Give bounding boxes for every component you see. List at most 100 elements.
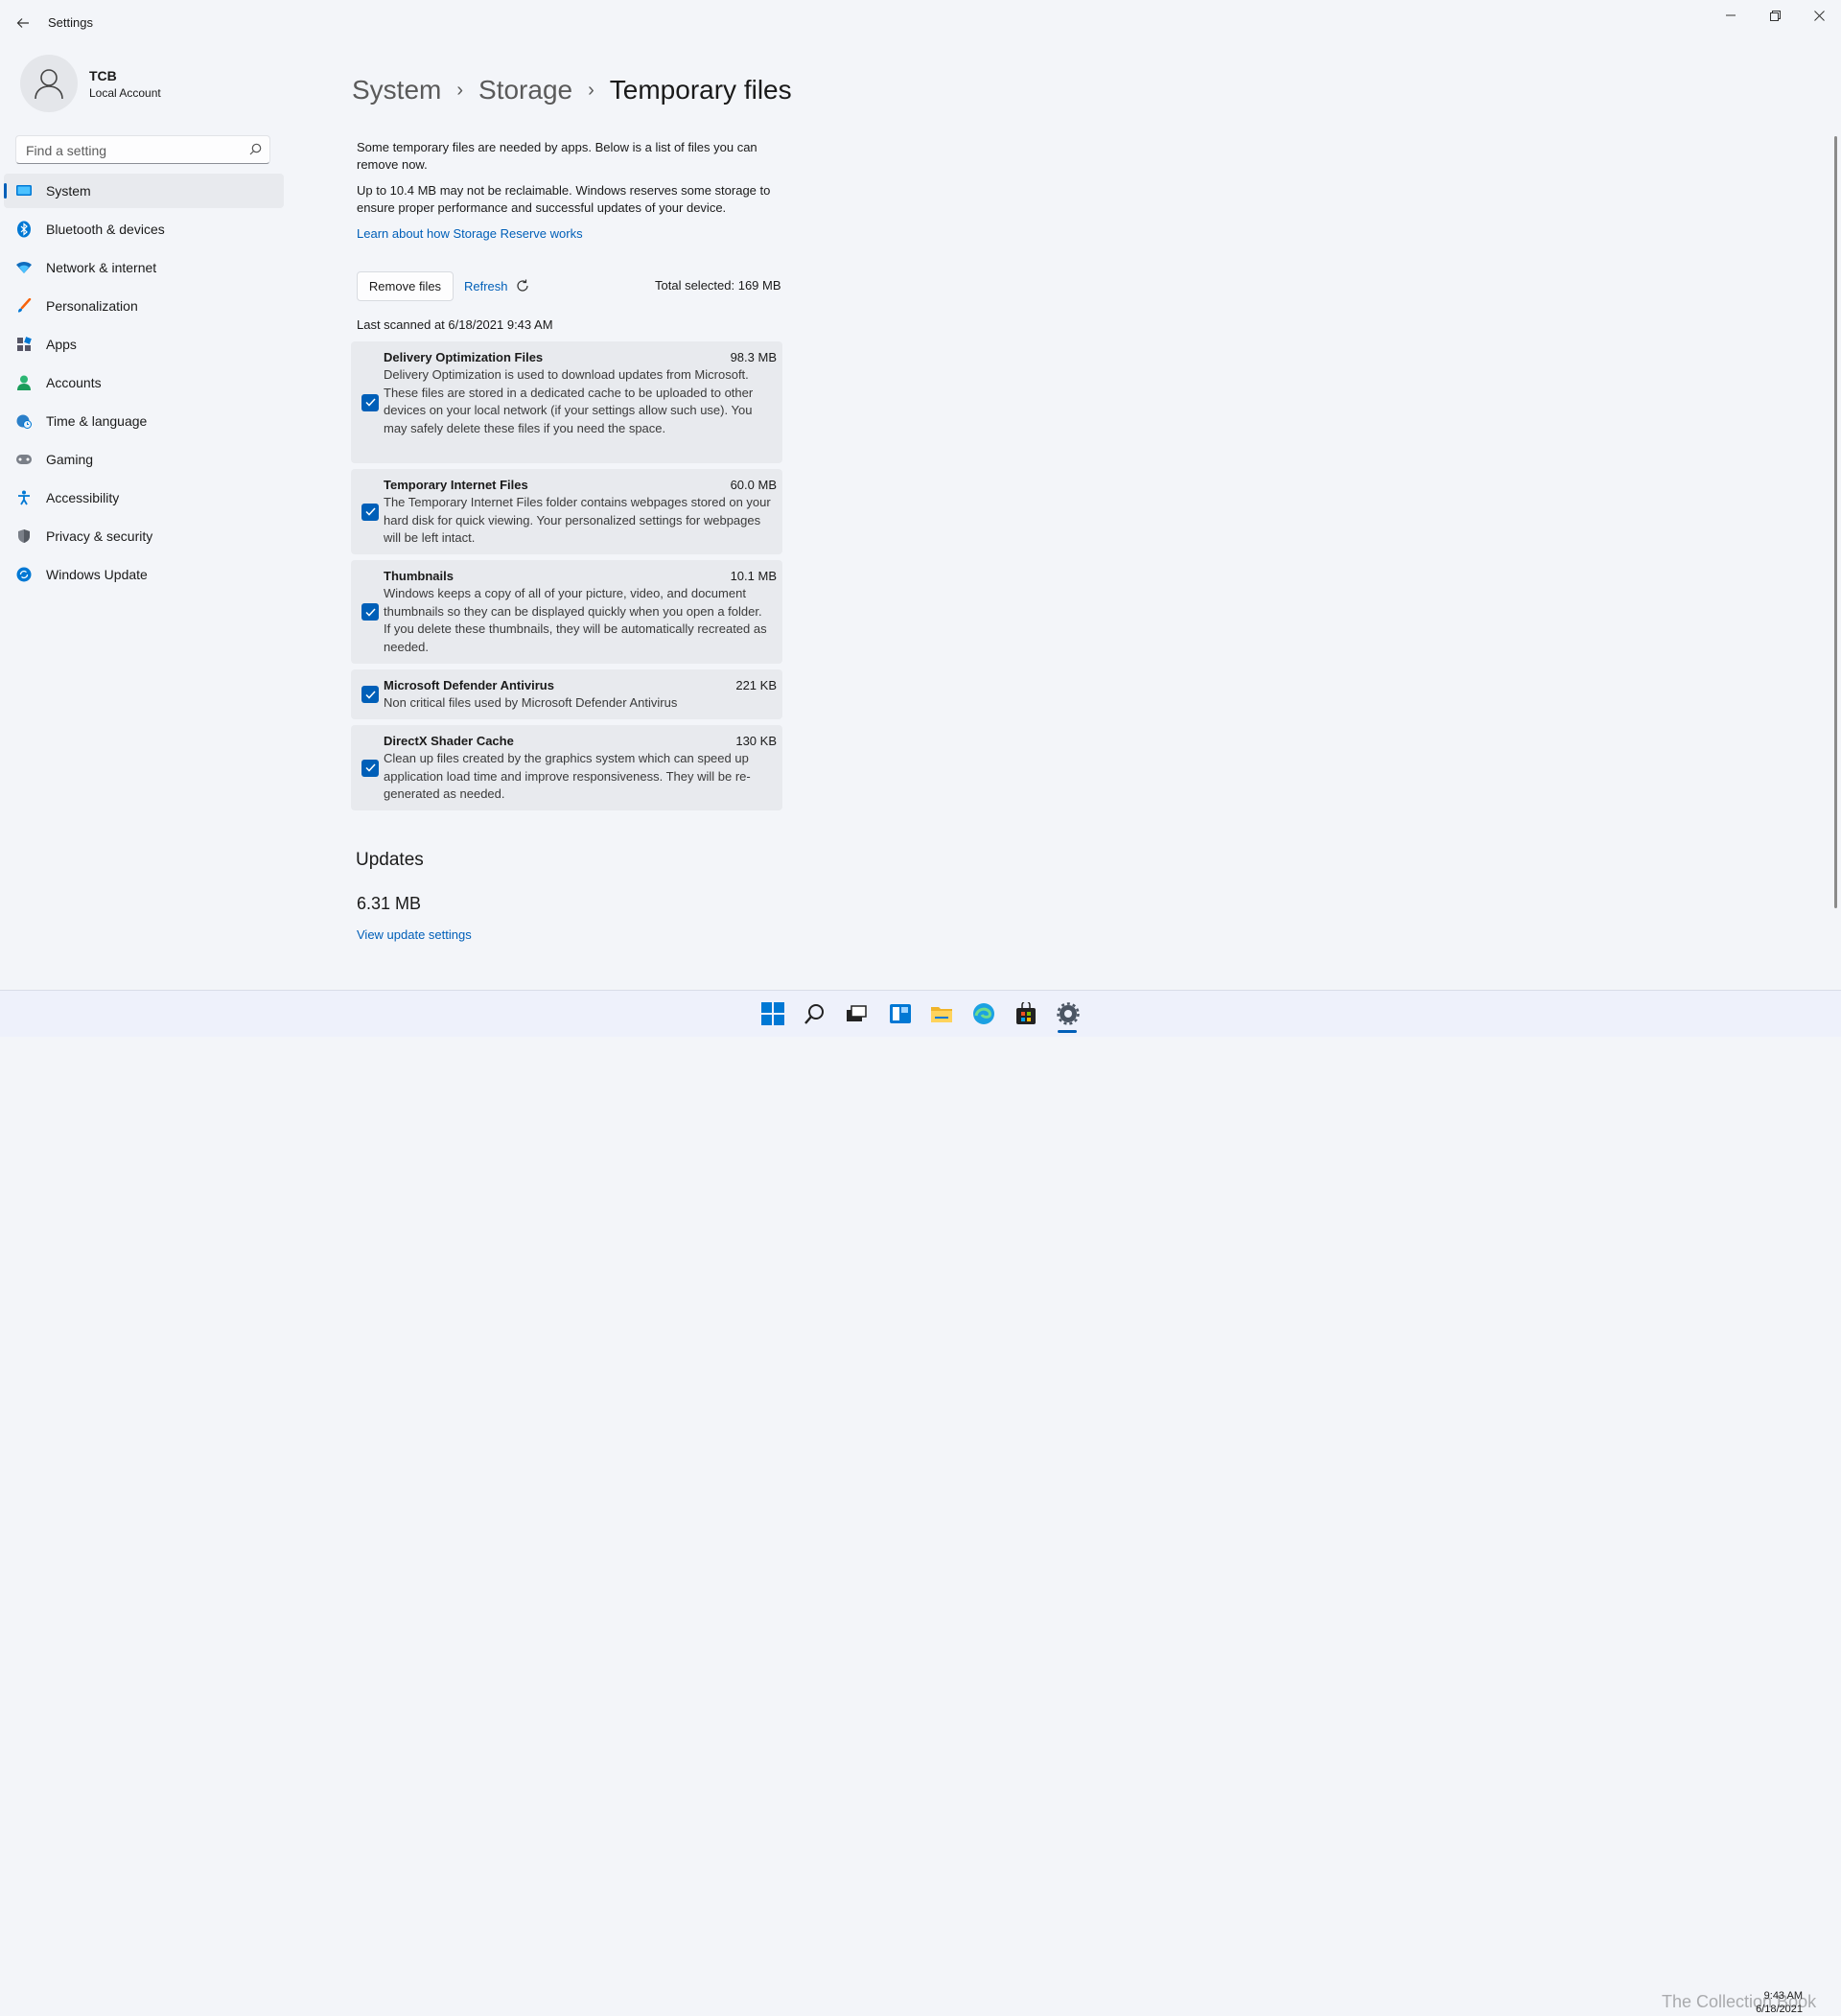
close-button[interactable] [1797,0,1841,31]
brush-icon [15,297,33,315]
store-button[interactable] [1013,1000,1039,1027]
checkbox-checked[interactable] [361,759,379,777]
search-box[interactable] [15,135,270,164]
file-item-defender-antivirus[interactable]: Microsoft Defender Antivirus 221 KB Non … [351,669,782,719]
file-item-delivery-optimization[interactable]: Delivery Optimization Files 98.3 MB Deli… [351,341,782,463]
checkmark-icon [364,507,376,516]
temp-file-list: Delivery Optimization Files 98.3 MB Deli… [351,341,782,816]
sidebar-item-bluetooth[interactable]: Bluetooth & devices [4,212,284,246]
sidebar-item-label: Bluetooth & devices [46,222,165,237]
file-title: Temporary Internet Files [384,478,528,492]
edge-button[interactable] [970,1000,997,1027]
widgets-icon [890,1004,911,1023]
sidebar-item-apps[interactable]: Apps [4,327,284,362]
bluetooth-icon [15,221,33,238]
user-icon [35,69,63,100]
sidebar-item-privacy[interactable]: Privacy & security [4,519,284,553]
sidebar-item-label: Accessibility [46,490,120,505]
task-view-button[interactable] [843,1000,870,1027]
update-icon [15,566,33,583]
refresh-button[interactable]: Refresh [464,278,530,293]
file-item-temporary-internet-files[interactable]: Temporary Internet Files 60.0 MB The Tem… [351,469,782,554]
gamepad-icon [15,451,33,468]
file-explorer-icon [931,1007,952,1022]
file-size: 221 KB [735,678,777,692]
person-icon [15,374,33,391]
checkbox-checked[interactable] [361,393,379,411]
file-size: 10.1 MB [730,569,777,583]
sidebar-nav: System Bluetooth & devices Network & int… [4,174,284,596]
sidebar-item-label: Network & internet [46,260,157,275]
checkbox-checked[interactable] [361,686,379,703]
sidebar-item-label: Personalization [46,298,138,314]
minimize-button[interactable] [1709,0,1753,31]
search-input[interactable] [24,141,239,160]
sidebar-item-accessibility[interactable]: Accessibility [4,481,284,515]
edge-icon [973,1003,994,1024]
start-button[interactable] [759,1000,786,1027]
back-button[interactable] [10,10,36,36]
checkbox-checked[interactable] [361,603,379,621]
sidebar-item-label: Time & language [46,413,148,429]
widgets-button[interactable] [887,1000,914,1027]
taskbar: The Collection Book 9:43 AM 6/18/2021 [0,990,1841,2015]
app-title: Settings [48,15,93,30]
total-selected: Total selected: 169 MB [655,278,781,293]
sidebar-item-windows-update[interactable]: Windows Update [4,557,284,592]
file-description: Non critical files used by Microsoft Def… [384,695,678,710]
file-description: Clean up files created by the graphics s… [384,751,751,801]
checkmark-icon [364,398,376,407]
checkbox-checked[interactable] [361,503,379,521]
sidebar-item-accounts[interactable]: Accounts [4,365,284,400]
sidebar-item-system[interactable]: System [4,174,284,208]
restore-button[interactable] [1753,0,1797,31]
file-item-directx-shader-cache[interactable]: DirectX Shader Cache 130 KB Clean up fil… [351,725,782,810]
store-icon [1016,1002,1036,1024]
updates-heading: Updates [356,850,424,870]
breadcrumb-system[interactable]: System [352,75,441,105]
sidebar-item-time-language[interactable]: Time & language [4,404,284,438]
file-size: 98.3 MB [730,350,777,364]
view-update-settings-link[interactable]: View update settings [357,927,472,942]
taskbar-search-button[interactable] [802,1000,828,1027]
avatar[interactable] [20,55,78,112]
globe-clock-icon [15,412,33,430]
search-icon [804,1004,824,1024]
remove-files-label: Remove files [368,279,442,293]
settings-icon [1057,1002,1080,1025]
settings-taskbar-button[interactable] [1055,1000,1082,1027]
file-title: Thumbnails [384,569,454,583]
file-size: 130 KB [735,734,777,748]
sidebar-item-personalization[interactable]: Personalization [4,289,284,323]
reserve-note: Up to 10.4 MB may not be reclaimable. Wi… [357,183,771,215]
minimize-icon [1726,14,1736,16]
refresh-label: Refresh [464,278,508,293]
sidebar-item-label: Gaming [46,452,94,467]
sidebar-item-label: Windows Update [46,567,148,582]
page-title: Temporary files [609,75,792,105]
account-type: Local Account [89,86,161,100]
shield-icon [15,527,33,545]
clock-date: 6/18/2021 [1756,2004,1803,2015]
sidebar-item-gaming[interactable]: Gaming [4,442,284,477]
title-bar: Settings [0,0,1841,44]
clock-time: 9:43 AM [1763,1990,1803,2002]
wifi-icon [15,259,33,276]
start-icon [761,1002,784,1025]
storage-reserve-link[interactable]: Learn about how Storage Reserve works [357,226,583,241]
remove-files-button[interactable]: Remove files [357,271,454,301]
restore-icon [1769,10,1781,21]
user-name: TCB [89,68,117,83]
file-explorer-button[interactable] [928,1000,955,1027]
clock[interactable]: 9:43 AM 6/18/2021 [1755,1989,1803,2016]
accessibility-icon [15,489,33,506]
checkmark-icon [364,763,376,772]
sidebar-item-network[interactable]: Network & internet [4,250,284,285]
file-title: DirectX Shader Cache [384,734,514,748]
updates-size: 6.31 MB [357,894,422,913]
file-item-thumbnails[interactable]: Thumbnails 10.1 MB Windows keeps a copy … [351,560,782,664]
checkmark-icon [364,607,376,617]
scrollbar[interactable] [1834,136,1837,908]
apps-icon [15,336,33,353]
breadcrumb-storage[interactable]: Storage [478,75,572,105]
